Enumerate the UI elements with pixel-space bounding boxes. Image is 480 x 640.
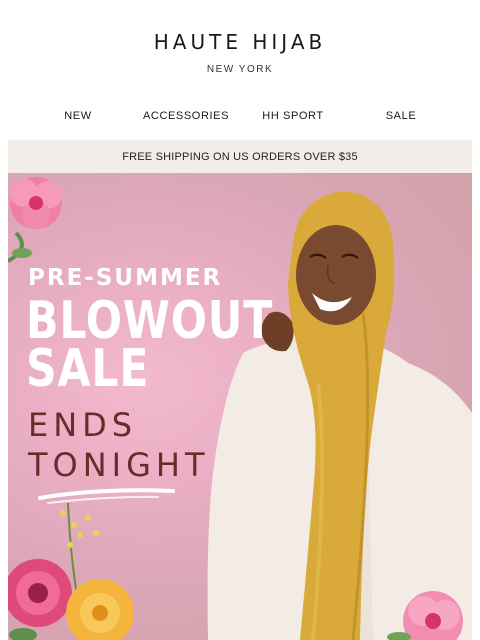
main-nav: NEW ACCESSORIES HH SPORT SALE	[8, 110, 472, 128]
nav-item-accessories[interactable]: ACCESSORIES	[143, 110, 229, 122]
hero-title-line2: SALE	[26, 339, 150, 399]
hero-ends-line2: TONIGHT	[28, 446, 210, 484]
hero-pre-title: PRE-SUMMER	[28, 265, 223, 291]
shipping-text: FREE SHIPPING ON US ORDERS OVER $35	[122, 150, 358, 163]
nav-item-sale[interactable]: SALE	[386, 110, 417, 122]
brand-logo-text[interactable]: HAUTE HIJAB	[0, 30, 480, 54]
nav-item-hh-sport[interactable]: HH SPORT	[262, 110, 323, 122]
shipping-banner[interactable]: FREE SHIPPING ON US ORDERS OVER $35	[8, 140, 472, 173]
flower-top-left	[8, 177, 62, 263]
flower-bottom-left	[8, 502, 134, 640]
hero-banner[interactable]: PRE-SUMMER BLOWOUT SALE ENDS TONIGHT	[8, 173, 472, 640]
model-figure	[207, 191, 472, 640]
brand-subtitle: NEW YORK	[206, 64, 274, 75]
nav-item-new[interactable]: NEW	[64, 110, 91, 122]
hero-ends-line1: ENDS	[28, 406, 138, 444]
brand-header[interactable]: HAUTE HIJAB NEW YORK	[0, 30, 480, 75]
